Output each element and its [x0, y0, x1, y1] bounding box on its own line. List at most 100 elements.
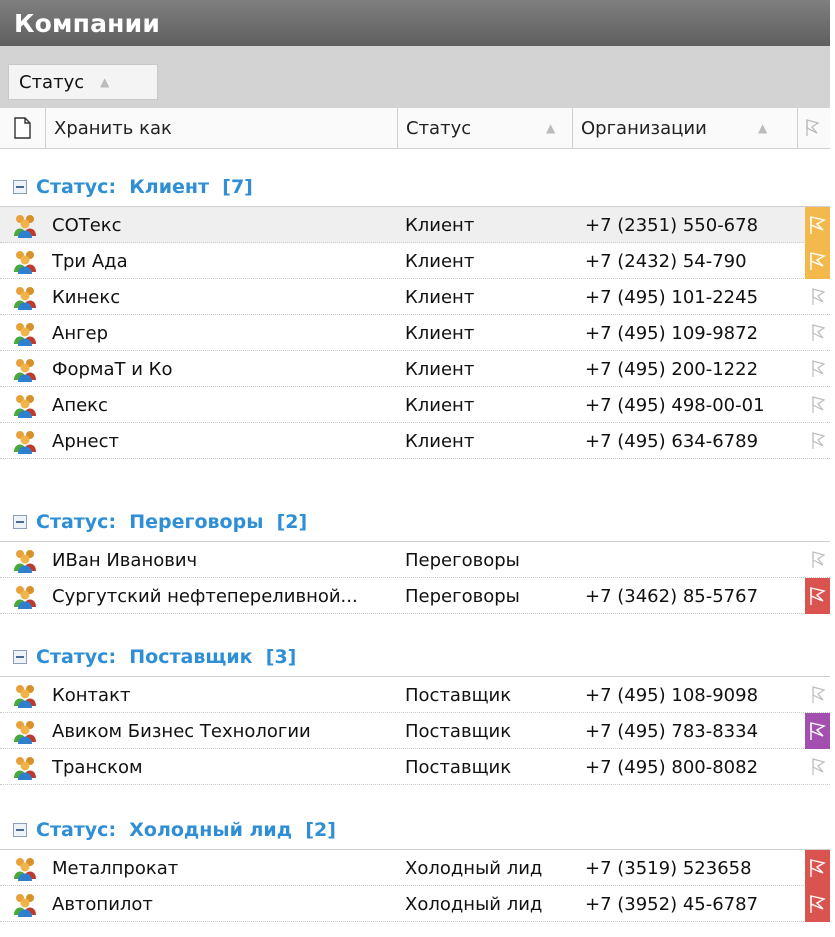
flag-icon[interactable] [805, 677, 830, 713]
flag-icon[interactable] [805, 279, 830, 315]
group-label: Статус: Переговоры [2] [36, 511, 308, 533]
table-row[interactable]: Автопилот Холодный лид +7 (3952) 45-6787 [0, 886, 830, 922]
company-people-icon [12, 212, 38, 238]
group-by-status-chip[interactable]: Статус ▲ [8, 64, 158, 100]
group-row[interactable]: Статус: Переговоры [2] [0, 502, 830, 542]
company-phone: +7 (495) 783-8334 [585, 720, 759, 742]
group-row[interactable]: Статус: Поставщик [3] [0, 637, 830, 677]
sort-ascending-icon: ▲ [546, 121, 556, 135]
table-row[interactable]: Апекс Клиент +7 (495) 498-00-01 [0, 387, 830, 423]
company-phone: +7 (495) 634-6789 [585, 430, 759, 452]
company-phone: +7 (3952) 45-6787 [585, 893, 759, 915]
company-phone [585, 542, 795, 578]
company-people-icon [12, 718, 38, 744]
company-status: Переговоры [405, 585, 520, 607]
company-name: Кинекс [52, 286, 121, 308]
flag-icon[interactable] [805, 578, 830, 614]
column-save-as-label: Хранить как [54, 117, 172, 139]
company-phone: +7 (495) 200-1222 [585, 358, 759, 380]
company-people-icon [12, 284, 38, 310]
table-row[interactable]: Арнест Клиент +7 (495) 634-6789 [0, 423, 830, 459]
company-phone: +7 (2351) 550-678 [585, 214, 759, 236]
table-row[interactable]: ФормаТ и Ко Клиент +7 (495) 200-1222 [0, 351, 830, 387]
column-header: Хранить как Статус ▲ Организации ▲ [0, 108, 830, 149]
panel-title-bar: Компании [0, 0, 830, 46]
table-row[interactable]: Транском Поставщик +7 (495) 800-8082 [0, 749, 830, 785]
table-row[interactable]: Ангер Клиент +7 (495) 109-9872 [0, 315, 830, 351]
flag-icon[interactable] [805, 749, 830, 785]
company-status: Поставщик [405, 684, 512, 706]
company-people-icon [12, 356, 38, 382]
flag-icon[interactable] [805, 207, 830, 243]
company-phone: +7 (495) 108-9098 [585, 684, 759, 706]
column-status[interactable]: Статус ▲ [397, 108, 572, 148]
flag-icon[interactable] [805, 387, 830, 423]
group-row[interactable]: Статус: Клиент [7] [0, 167, 830, 207]
group-label: Статус: Клиент [7] [36, 176, 253, 198]
column-save-as[interactable]: Хранить как [45, 108, 397, 148]
table-row[interactable]: ИВан Иванович Переговоры [0, 542, 830, 578]
flag-icon[interactable] [805, 886, 830, 922]
company-name: Металпрокат [52, 857, 179, 879]
column-status-label: Статус [406, 117, 472, 139]
panel-title: Компании [14, 8, 161, 38]
sort-ascending-icon: ▲ [100, 75, 110, 89]
company-people-icon [12, 428, 38, 454]
company-phone: +7 (3519) 523658 [585, 857, 752, 879]
company-status: Клиент [405, 286, 475, 308]
company-people-icon [12, 891, 38, 917]
group-label: Статус: Поставщик [3] [36, 646, 297, 668]
company-status: Клиент [405, 394, 475, 416]
company-name: Автопилот [52, 893, 153, 915]
table-row[interactable]: СОТекс Клиент +7 (2351) 550-678 [0, 207, 830, 243]
column-organizations-label: Организации [581, 117, 707, 139]
flag-icon[interactable] [805, 713, 830, 749]
company-name: Транском [52, 756, 143, 778]
company-phone: +7 (495) 498-00-01 [585, 394, 765, 416]
company-name: ИВан Иванович [52, 549, 198, 571]
table-row[interactable]: Три Ада Клиент +7 (2432) 54-790 [0, 243, 830, 279]
company-phone: +7 (495) 800-8082 [585, 756, 759, 778]
company-people-icon [12, 547, 38, 573]
flag-icon[interactable] [805, 850, 830, 886]
column-organizations[interactable]: Организации ▲ [572, 108, 797, 148]
company-phone: +7 (2432) 54-790 [585, 250, 747, 272]
company-status: Клиент [405, 430, 475, 452]
flag-icon[interactable] [805, 243, 830, 279]
column-flag[interactable] [797, 108, 830, 148]
company-status: Клиент [405, 358, 475, 380]
table-row[interactable]: Металпрокат Холодный лид +7 (3519) 523658 [0, 850, 830, 886]
new-document-icon[interactable] [14, 117, 31, 144]
company-status: Переговоры [405, 549, 520, 571]
table-row[interactable]: Сургутский нефтепереливной... Переговоры +… [0, 578, 830, 614]
company-name: ФормаТ и Ко [52, 358, 173, 380]
table-row[interactable]: Контакт Поставщик +7 (495) 108-9098 [0, 677, 830, 713]
sort-ascending-icon: ▲ [758, 121, 768, 135]
collapse-group-icon[interactable] [13, 180, 27, 194]
collapse-group-icon[interactable] [13, 650, 27, 664]
flag-icon[interactable] [805, 315, 830, 351]
company-name: Авиком Бизнес Технологии [52, 720, 311, 742]
company-people-icon [12, 248, 38, 274]
flag-icon[interactable] [805, 351, 830, 387]
flag-icon[interactable] [805, 542, 830, 578]
company-status: Клиент [405, 214, 475, 236]
table-row[interactable]: Кинекс Клиент +7 (495) 101-2245 [0, 279, 830, 315]
company-people-icon [12, 855, 38, 881]
company-status: Поставщик [405, 756, 512, 778]
flag-column-icon [806, 119, 820, 136]
company-name: Три Ада [52, 250, 128, 272]
flag-icon[interactable] [805, 423, 830, 459]
company-status: Поставщик [405, 720, 512, 742]
group-chip-label: Статус [19, 71, 85, 93]
group-row[interactable]: Статус: Холодный лид [2] [0, 810, 830, 850]
company-status: Холодный лид [405, 857, 543, 879]
company-name: Сургутский нефтепереливной... [52, 585, 358, 607]
collapse-group-icon[interactable] [13, 823, 27, 837]
collapse-group-icon[interactable] [13, 515, 27, 529]
company-status: Клиент [405, 322, 475, 344]
company-people-icon [12, 583, 38, 609]
group-label: Статус: Холодный лид [2] [36, 819, 336, 841]
company-people-icon [12, 320, 38, 346]
table-row[interactable]: Авиком Бизнес Технологии Поставщик +7 (495… [0, 713, 830, 749]
